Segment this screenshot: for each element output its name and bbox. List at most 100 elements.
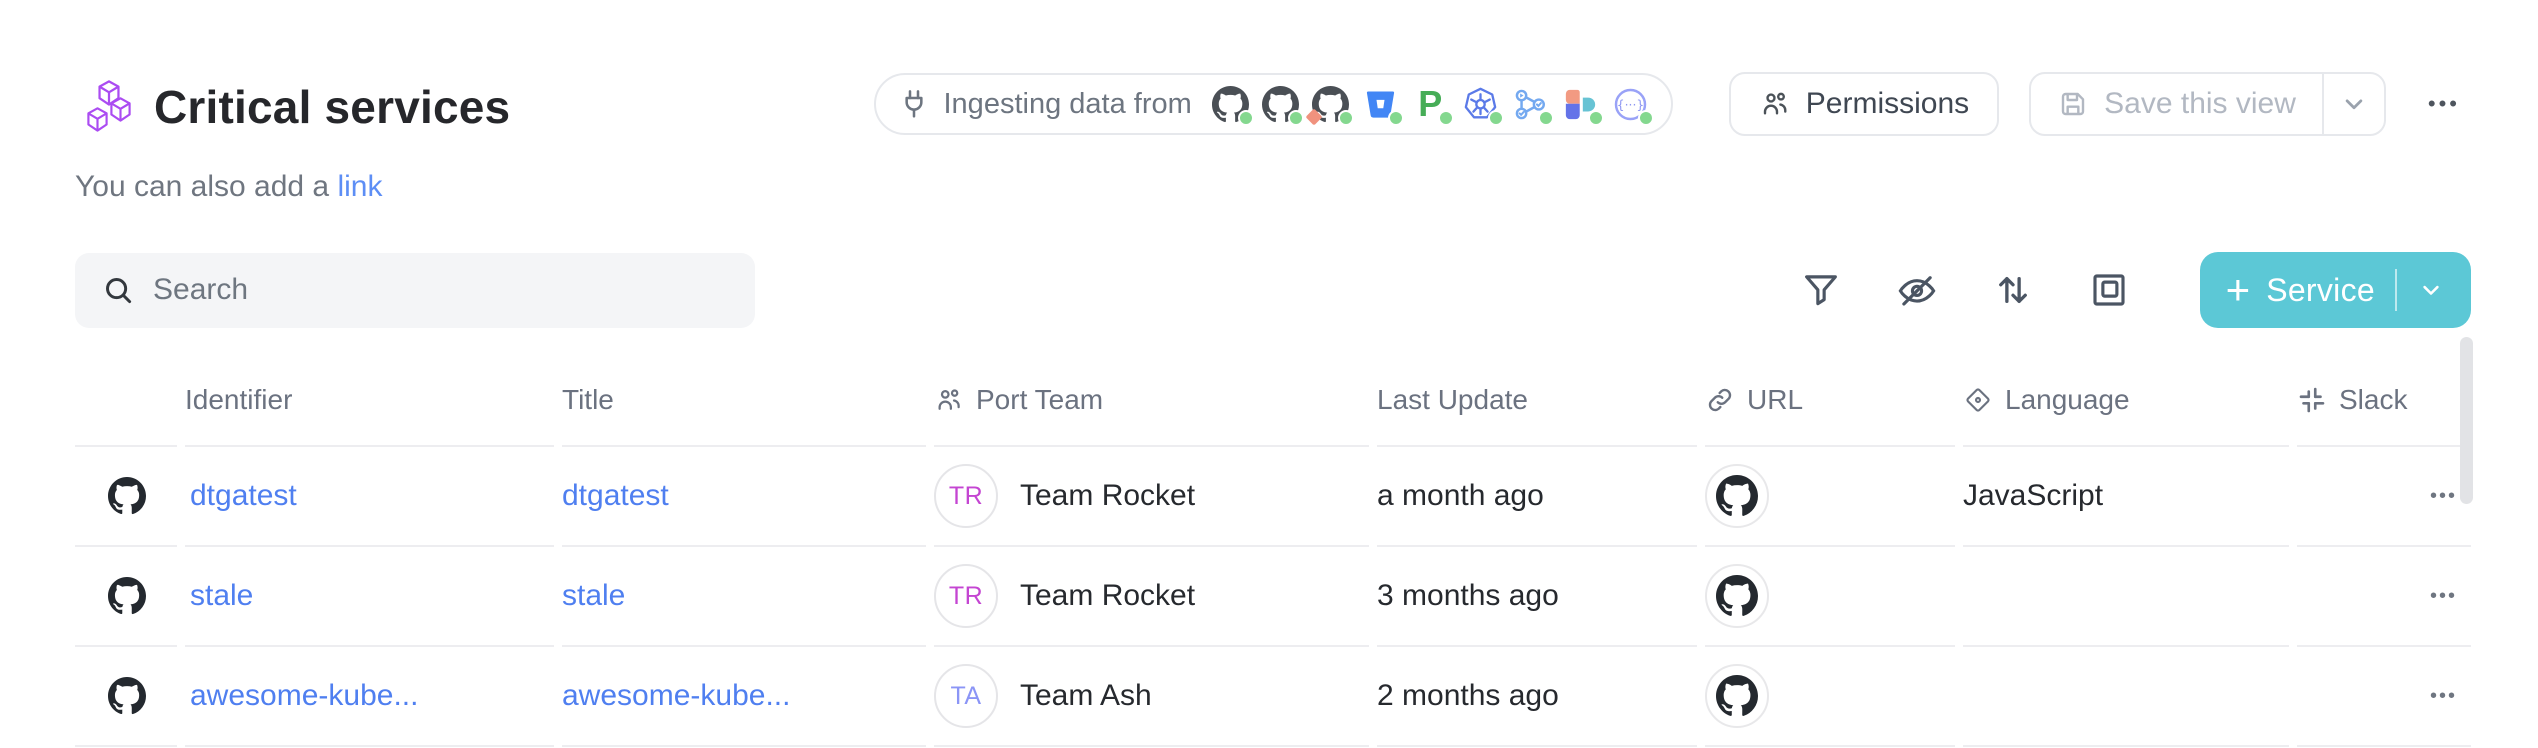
table-row: dtgatest dtgatest TR Team Rocket a month… [75, 447, 2471, 547]
diamond-icon [1963, 385, 1993, 415]
team-icon [934, 385, 964, 415]
add-service-label: Service [2266, 272, 2375, 309]
column-header-last-update[interactable]: Last Update [1377, 355, 1697, 447]
frame-icon [2088, 269, 2130, 311]
source-cell [75, 547, 177, 647]
row-menu-cell: ••• [2297, 547, 2471, 647]
save-icon [2057, 88, 2089, 120]
status-dot [1288, 110, 1304, 126]
page-header: Critical services [86, 80, 510, 134]
save-view-button[interactable]: Save this view [2031, 87, 2322, 121]
save-view-split-button: Save this view [2029, 72, 2386, 136]
github-url-link[interactable] [1705, 464, 1769, 528]
last-update-cell: 3 months ago [1377, 547, 1697, 647]
column-header-title[interactable]: Title [562, 355, 926, 447]
github-badged-icon[interactable] [1312, 86, 1349, 123]
search-input[interactable] [153, 273, 729, 307]
users-icon [1759, 88, 1791, 120]
identifier-link[interactable]: dtgatest [185, 479, 297, 513]
data-source-icon[interactable] [1562, 86, 1599, 123]
source-cell [75, 647, 177, 747]
title-cell: awesome-kube... [562, 647, 926, 747]
chevron-down-icon [2339, 89, 2369, 119]
title-cell: stale [562, 547, 926, 647]
vertical-scrollbar[interactable] [2460, 337, 2473, 504]
identifier-cell: awesome-kube... [185, 647, 554, 747]
team-cell: TA Team Ash [934, 647, 1369, 747]
sort-button[interactable] [1992, 269, 2034, 311]
team-avatar[interactable]: TR [934, 464, 998, 528]
column-header-port-team[interactable]: Port Team [934, 355, 1369, 447]
header-actions: Ingesting data from P [874, 72, 2461, 136]
github-url-link[interactable] [1705, 664, 1769, 728]
github-icon[interactable] [1212, 86, 1249, 123]
identifier-link[interactable]: awesome-kube... [185, 679, 418, 713]
link-icon [1705, 385, 1735, 415]
column-header-slack[interactable]: Slack [2297, 355, 2471, 447]
team-name: Team Rocket [1020, 579, 1195, 613]
permissions-button[interactable]: Permissions [1729, 72, 1999, 136]
team-avatar[interactable]: TR [934, 564, 998, 628]
column-header-url[interactable]: URL [1705, 355, 1955, 447]
identifier-cell: dtgatest [185, 447, 554, 547]
save-view-label: Save this view [2104, 87, 2296, 121]
add-service-button[interactable]: + Service [2200, 252, 2471, 328]
github-icon[interactable] [1262, 86, 1299, 123]
table-row: awesome-kube... awesome-kube... TA Team … [75, 647, 2471, 747]
bitbucket-icon[interactable] [1362, 86, 1399, 123]
plus-icon: + [2226, 269, 2251, 311]
row-more-button[interactable]: ••• [2430, 586, 2457, 606]
api-icon[interactable] [1612, 86, 1649, 123]
title-link[interactable]: stale [562, 579, 625, 613]
sort-arrows-icon [1992, 269, 2034, 311]
github-icon [108, 577, 146, 615]
url-cell [1705, 447, 1955, 547]
last-update-cell: 2 months ago [1377, 647, 1697, 747]
url-cell [1705, 647, 1955, 747]
pagerduty-icon[interactable]: P [1412, 86, 1449, 123]
header-more-button[interactable]: ••• [2428, 93, 2460, 115]
row-more-button[interactable]: ••• [2430, 486, 2457, 506]
plug-icon [898, 88, 930, 120]
github-icon [108, 677, 146, 715]
hide-columns-button[interactable] [1896, 269, 1938, 311]
status-dot [1438, 110, 1454, 126]
title-cell: dtgatest [562, 447, 926, 547]
save-view-dropdown-button[interactable] [2324, 89, 2384, 119]
control-row: + Service [75, 252, 2471, 328]
identifier-link[interactable]: stale [185, 579, 253, 613]
team-cell: TR Team Rocket [934, 547, 1369, 647]
pipeline-icon[interactable] [1512, 86, 1549, 123]
chevron-down-icon[interactable] [2417, 276, 2445, 304]
ingesting-data-pill[interactable]: Ingesting data from P [874, 73, 1673, 135]
source-cell [75, 447, 177, 547]
page-title: Critical services [154, 80, 510, 134]
column-header-language[interactable]: Language [1963, 355, 2289, 447]
status-dot [1588, 110, 1604, 126]
row-menu-cell: ••• [2297, 647, 2471, 747]
group-by-button[interactable] [2088, 269, 2130, 311]
table-header-row: Identifier Title Port Team Last Update U… [75, 355, 2471, 447]
permissions-label: Permissions [1806, 87, 1969, 121]
microservice-cubes-icon [86, 80, 132, 134]
github-url-link[interactable] [1705, 564, 1769, 628]
search-box[interactable] [75, 253, 755, 328]
search-icon [101, 273, 135, 307]
team-name: Team Ash [1020, 679, 1152, 713]
title-link[interactable]: awesome-kube... [562, 679, 790, 713]
add-link[interactable]: link [337, 170, 382, 203]
row-more-button[interactable]: ••• [2430, 686, 2457, 706]
github-icon [1716, 475, 1758, 517]
column-header-identifier[interactable]: Identifier [185, 355, 554, 447]
team-avatar[interactable]: TA [934, 664, 998, 728]
kubernetes-icon[interactable] [1462, 86, 1499, 123]
status-dot [1388, 110, 1404, 126]
title-link[interactable]: dtgatest [562, 479, 669, 513]
subtitle-text: You can also add a [75, 170, 337, 203]
row-menu-cell: ••• [2297, 447, 2471, 547]
status-dot [1338, 110, 1354, 126]
table-row: stale stale TR Team Rocket 3 months ago … [75, 547, 2471, 647]
filter-button[interactable] [1800, 269, 1842, 311]
slack-icon [2297, 385, 2327, 415]
table-actions: + Service [1800, 252, 2471, 328]
